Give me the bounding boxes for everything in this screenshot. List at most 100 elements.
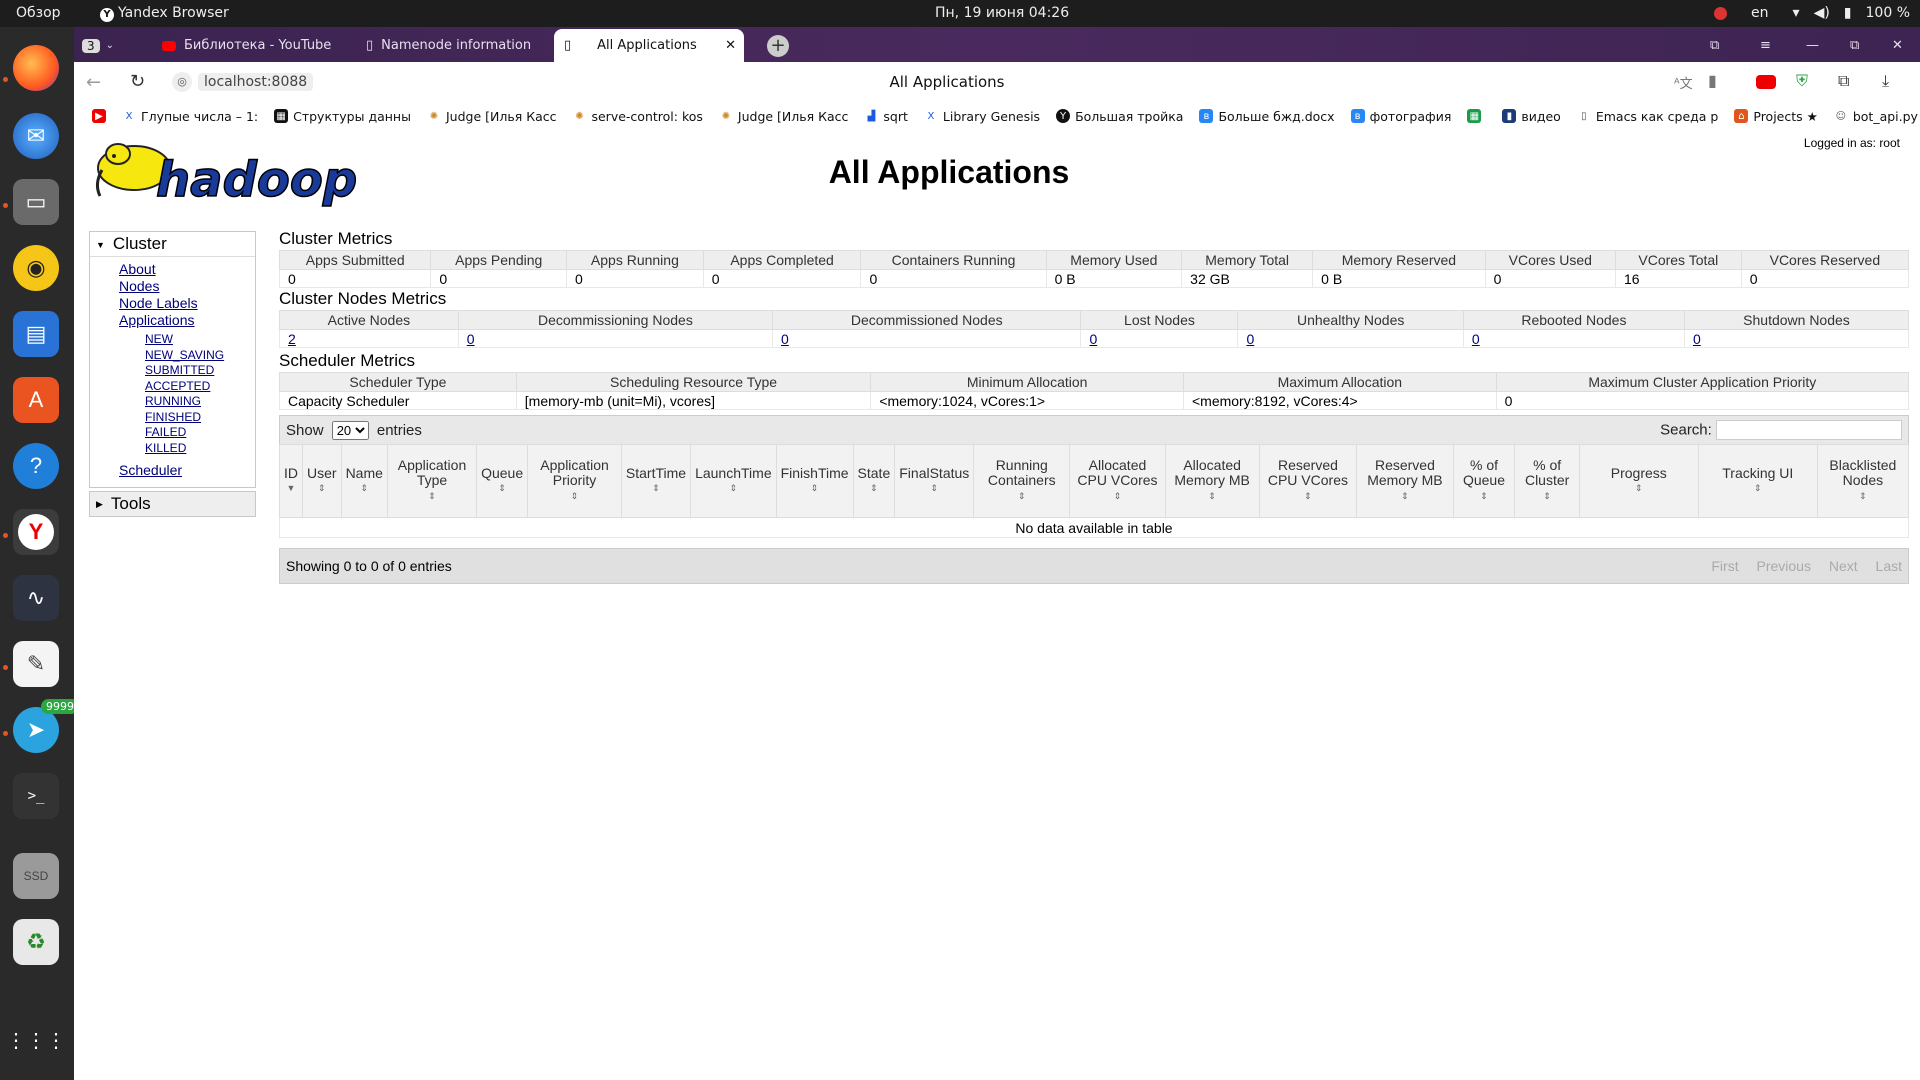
tab-all-applications[interactable]: ▯ All Applications ✕ [554, 29, 744, 62]
rhythmbox-icon[interactable]: ◉ [13, 245, 59, 291]
column-header-reserved-memory[interactable]: Reserved Memory MB ⇕ [1356, 444, 1454, 518]
ssd-drive-icon[interactable]: SSD [13, 853, 59, 899]
bookmark-item[interactable]: ✺ Judge [Илья Касс [427, 109, 557, 124]
terminal-icon[interactable]: >_ [13, 773, 59, 819]
column-header-start-time[interactable]: StartTime ⇕ [620, 444, 692, 518]
download-icon[interactable]: ⤓ [1882, 71, 1889, 91]
page-size-select[interactable]: 20 [331, 420, 369, 440]
pager-first[interactable]: First [1711, 558, 1738, 574]
column-header-finish-time[interactable]: FinishTime ⇕ [775, 444, 854, 518]
bookmark-item[interactable]: X Library Genesis [924, 109, 1040, 124]
column-header-name[interactable]: Name ⇕ [340, 444, 388, 518]
close-window-button[interactable]: ✕ [1892, 29, 1903, 62]
collections-icon[interactable]: ⧉ [1838, 71, 1849, 91]
nav-state-finished[interactable]: FINISHED [145, 410, 255, 426]
tools-header[interactable]: ▶ Tools [90, 492, 255, 516]
activities-button[interactable]: Обзор [16, 5, 61, 21]
nav-state-new-saving[interactable]: NEW_SAVING [145, 348, 255, 364]
tabs-overview-button[interactable]: ⧉ [1710, 29, 1719, 62]
nav-state-failed[interactable]: FAILED [145, 425, 255, 441]
text-editor-icon[interactable]: ✎ [13, 641, 59, 687]
help-icon[interactable]: ? [13, 443, 59, 489]
active-nodes-link[interactable]: 2 [288, 331, 296, 347]
bookmark-item[interactable]: в фотография [1350, 109, 1451, 124]
system-tray[interactable]: en ▾ ◀) ▮ 100 % [1714, 5, 1910, 21]
column-header-percent-cluster[interactable]: % of Cluster ⇕ [1514, 444, 1580, 518]
thunderbird-icon[interactable]: ✉ [13, 113, 59, 159]
bookmark-item[interactable]: X Глупые числа – 1: [122, 109, 259, 124]
bookmark-item[interactable]: ✺ Judge [Илья Касс [719, 109, 849, 124]
minimize-button[interactable]: — [1806, 29, 1819, 62]
search-input[interactable] [1716, 420, 1902, 440]
column-header-application-priority[interactable]: Application Priority ⇕ [527, 444, 622, 518]
active-app-name[interactable]: Y Yandex Browser [100, 5, 229, 22]
keyboard-layout[interactable]: en [1751, 5, 1769, 21]
unhealthy-nodes-link[interactable]: 0 [1246, 331, 1254, 347]
bookmark-youtube[interactable]: ▶ [92, 109, 106, 123]
browser-menu-button[interactable]: ≡ [1760, 29, 1771, 62]
close-icon[interactable]: ✕ [725, 38, 736, 53]
column-header-running-containers[interactable]: Running Containers ⇕ [973, 444, 1071, 518]
nav-scheduler-link[interactable]: Scheduler [119, 462, 255, 479]
pager-last[interactable]: Last [1876, 558, 1902, 574]
column-header-allocated-cpu[interactable]: Allocated CPU VCores ⇕ [1069, 444, 1166, 518]
column-header-tracking-ui[interactable]: Tracking UI ⇕ [1697, 444, 1818, 518]
new-tab-button[interactable]: + [767, 29, 789, 62]
files-icon[interactable]: ▭ [13, 179, 59, 225]
decommissioning-nodes-link[interactable]: 0 [467, 331, 475, 347]
bookmark-item[interactable]: ▦ Структуры данны [274, 109, 411, 124]
column-header-allocated-memory[interactable]: Allocated Memory MB ⇕ [1164, 444, 1260, 518]
nav-about-link[interactable]: About [119, 261, 255, 278]
clock[interactable]: Пн, 19 июня 04:26 [935, 5, 1069, 21]
column-header-progress[interactable]: Progress ⇕ [1578, 444, 1699, 518]
nav-state-accepted[interactable]: ACCEPTED [145, 379, 255, 395]
bookmark-item[interactable]: в Больше бжд.docx [1199, 109, 1335, 124]
bookmark-icon[interactable]: ▮ [1708, 71, 1717, 90]
tab-youtube[interactable]: Библиотека - YouTube [162, 29, 362, 62]
writer-icon[interactable]: ▤ [13, 311, 59, 357]
tab-group-counter[interactable]: 3 ⌄ [82, 29, 132, 62]
restore-button[interactable]: ⧉ [1850, 29, 1859, 62]
bookmark-item[interactable]: ☺ bot_api.py (36480 [1834, 109, 1920, 124]
bookmark-item[interactable]: ▯ Emacs как среда р [1577, 109, 1718, 124]
bookmark-item[interactable]: ▦ [1467, 109, 1486, 123]
youtube-extension-icon[interactable] [1756, 75, 1776, 89]
yandex-browser-icon[interactable]: Y [13, 509, 59, 555]
nav-applications-link[interactable]: Applications [119, 312, 255, 329]
telegram-icon[interactable]: ➤ 9999 [13, 699, 79, 753]
column-header-state[interactable]: State ⇕ [852, 444, 896, 518]
nav-state-killed[interactable]: KILLED [145, 441, 255, 457]
translate-icon[interactable]: ᴬ文 [1674, 73, 1693, 92]
nav-state-submitted[interactable]: SUBMITTED [145, 363, 255, 379]
bookmark-item[interactable]: Y Большая тройка [1056, 109, 1183, 124]
firefox-icon[interactable] [13, 45, 59, 91]
app-center-icon[interactable]: A [13, 377, 59, 423]
column-header-percent-queue[interactable]: % of Queue ⇕ [1452, 444, 1516, 518]
cluster-header[interactable]: ▼ Cluster [90, 232, 255, 257]
column-header-reserved-cpu[interactable]: Reserved CPU VCores ⇕ [1258, 444, 1358, 518]
rebooted-nodes-link[interactable]: 0 [1472, 331, 1480, 347]
nav-state-new[interactable]: NEW [145, 332, 255, 348]
trash-icon[interactable]: ♻ [13, 919, 59, 965]
bookmark-item[interactable]: ▟ sqrt [864, 109, 908, 124]
nav-state-running[interactable]: RUNNING [145, 394, 255, 410]
shield-icon[interactable]: ⛨ [1796, 71, 1808, 91]
pager-previous[interactable]: Previous [1756, 558, 1810, 574]
shutdown-nodes-link[interactable]: 0 [1693, 331, 1701, 347]
show-apps-icon[interactable]: ⋮⋮⋮ [6, 1017, 66, 1063]
column-header-user[interactable]: User ⇕ [302, 444, 342, 518]
tab-namenode[interactable]: ▯ Namenode information [366, 29, 556, 62]
bookmark-item[interactable]: ▮ видео [1502, 109, 1561, 124]
system-monitor-icon[interactable]: ∿ [13, 575, 59, 621]
column-header-blacklisted-nodes[interactable]: Blacklisted Nodes ⇕ [1816, 444, 1910, 518]
bookmark-item[interactable]: ✺ serve-control: kos [572, 109, 703, 124]
pager-next[interactable]: Next [1829, 558, 1858, 574]
column-header-launch-time[interactable]: LaunchTime ⇕ [690, 444, 777, 518]
lost-nodes-link[interactable]: 0 [1089, 331, 1097, 347]
bookmark-item[interactable]: ⌂ Projects ★ [1734, 109, 1818, 124]
column-header-queue[interactable]: Queue ⇕ [476, 444, 529, 518]
column-header-id[interactable]: ID ▼ [279, 444, 303, 518]
decommissioned-nodes-link[interactable]: 0 [781, 331, 789, 347]
column-header-application-type[interactable]: Application Type ⇕ [386, 444, 478, 518]
nav-nodes-link[interactable]: Nodes [119, 278, 255, 295]
